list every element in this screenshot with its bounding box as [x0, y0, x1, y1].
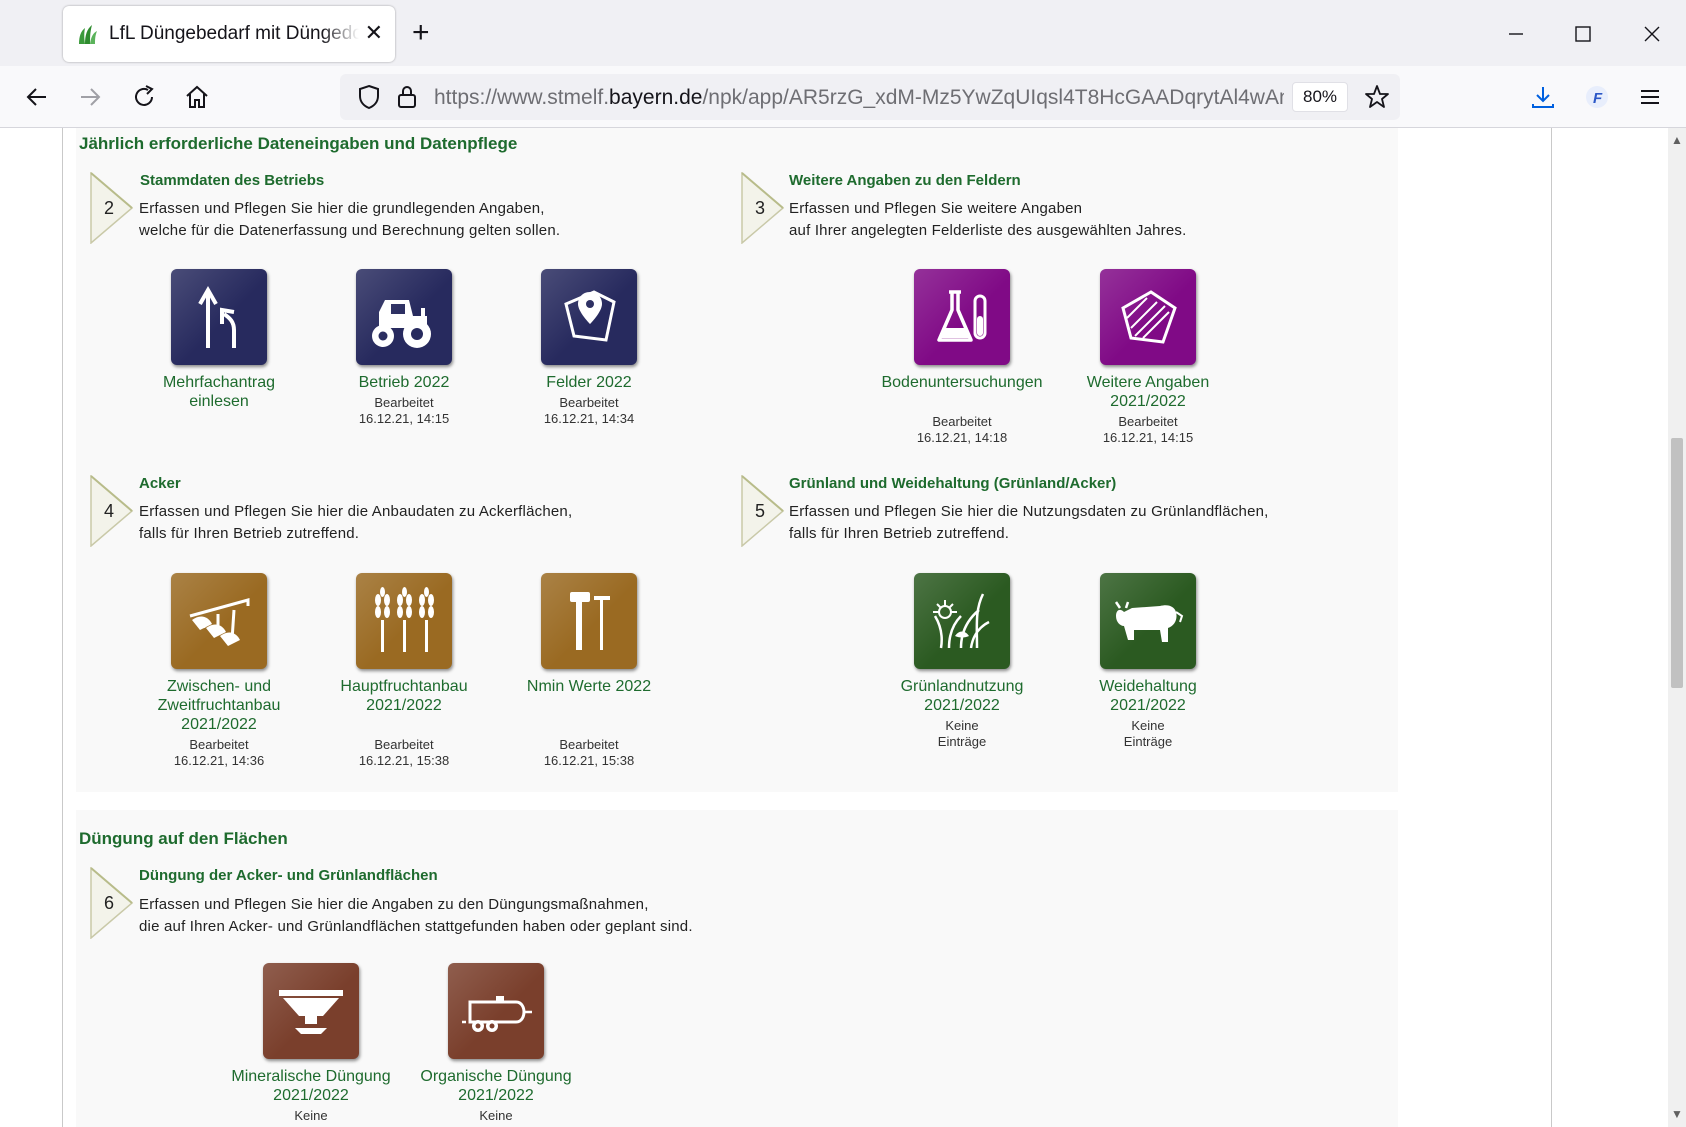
- fertilizer-spreader-icon: [279, 990, 343, 1034]
- lfl-leaf-icon: [79, 25, 97, 44]
- back-arrow-icon[interactable]: [18, 78, 56, 116]
- wheat-icon: [375, 587, 434, 652]
- lock-icon[interactable]: [388, 78, 426, 116]
- home-icon[interactable]: [178, 78, 216, 116]
- maximize-icon[interactable]: [1563, 14, 1603, 54]
- minimize-icon[interactable]: [1496, 14, 1536, 54]
- new-tab-icon[interactable]: +: [412, 16, 430, 50]
- download-icon[interactable]: [1524, 78, 1562, 116]
- tile-felder[interactable]: Felder 2022 Bearbeitet 16.12.21, 14:34: [497, 269, 681, 427]
- close-tab-icon[interactable]: ✕: [365, 20, 383, 46]
- step-desc-duengung: Erfassen und Pflegen Sie hier die Angabe…: [139, 896, 693, 935]
- tab-bar: LfL Düngebedarf mit Düngedokumentation ✕…: [0, 0, 1686, 66]
- scrollbar-thumb[interactable]: [1671, 438, 1683, 688]
- scroll-up-icon[interactable]: ▲: [1671, 134, 1683, 146]
- step-heading-master-data: Stammdaten des Betriebs: [140, 172, 325, 189]
- step-desc-gruenland: Erfassen und Pflegen Sie hier die Nutzun…: [789, 503, 1269, 542]
- step-heading-gruenland: Grünland und Weidehaltung (Grünland/Acke…: [789, 475, 1117, 492]
- shield-icon[interactable]: [350, 78, 388, 116]
- step-heading-field-details: Weitere Angaben zu den Feldern: [789, 172, 1021, 189]
- split-arrows-icon: [198, 285, 236, 348]
- step-desc-master-data: Erfassen und Pflegen Sie hier die grundl…: [139, 200, 561, 239]
- tile-betrieb[interactable]: Betrieb 2022 Bearbeitet 16.12.21, 14:15: [312, 269, 496, 427]
- forward-arrow-icon[interactable]: [71, 78, 109, 116]
- tile-nmin-werte[interactable]: Nmin Werte 2022 Bearbeitet 16.12.21, 15:3…: [497, 573, 681, 769]
- tile-hauptfruchtanbau[interactable]: Hauptfruchtanbau 2021/2022 Bearbeitet 16.1…: [312, 573, 496, 769]
- tile-gruenlandnutzung[interactable]: Grünlandnutzung 2021/2022 Keine Einträge: [870, 573, 1054, 750]
- browser-tab[interactable]: LfL Düngebedarf mit Düngedokumentation ✕: [63, 6, 395, 62]
- tab-title: LfL Düngebedarf mit Düngedokumentation: [109, 23, 359, 44]
- step-desc-acker: Erfassen und Pflegen Sie hier die Anbaud…: [139, 503, 573, 542]
- grassland-icon: [933, 593, 990, 649]
- cow-icon: [1114, 601, 1184, 642]
- step-marker-4: 4: [90, 475, 134, 547]
- step-marker-5: 5: [741, 475, 785, 547]
- zoom-level-badge[interactable]: 80%: [1292, 82, 1348, 112]
- lab-flask-icon: [937, 290, 987, 342]
- step-desc-field-details: Erfassen und Pflegen Sie weitere Angaben…: [789, 200, 1187, 239]
- step-marker-3: 3: [741, 172, 785, 244]
- address-bar[interactable]: https://www.stmelf.bayern.de/npk/app/AR5…: [340, 74, 1400, 120]
- tile-bodenuntersuchungen[interactable]: Bodenuntersuchungen Bearbeitet 16.12.21, …: [870, 269, 1054, 446]
- tile-weitere-angaben[interactable]: Weitere Angaben 2021/2022 Bearbeitet 16.12…: [1056, 269, 1240, 446]
- tile-zwischenfruchtanbau[interactable]: Zwischen- und Zweitfruchtanbau 2021/2022 B…: [127, 573, 311, 769]
- hatched-field-icon: [1121, 290, 1177, 344]
- plough-icon: [189, 598, 250, 646]
- close-window-icon[interactable]: [1632, 14, 1672, 54]
- soil-probe-icon: [570, 592, 610, 650]
- step-marker-6: 6: [90, 867, 134, 939]
- step-heading-acker: Acker: [139, 475, 181, 492]
- vertical-scrollbar[interactable]: ▲ ▼: [1668, 128, 1686, 1127]
- tile-weidehaltung[interactable]: Weidehaltung 2021/2022 Keine Einträge: [1056, 573, 1240, 750]
- svg-text:F: F: [1593, 90, 1603, 107]
- reload-icon[interactable]: [125, 78, 163, 116]
- scroll-down-icon[interactable]: ▼: [1671, 1108, 1683, 1120]
- section-title-annual-data: Jährlich erforderliche Dateneingaben und…: [79, 134, 518, 153]
- tile-organische-duengung[interactable]: Organische Düngung 2021/2022 Keine: [404, 963, 588, 1124]
- slurry-tanker-icon: [462, 996, 532, 1032]
- tile-mineralische-duengung[interactable]: Mineralische Düngung 2021/2022 Keine: [219, 963, 403, 1124]
- app-menu-icon[interactable]: [1631, 78, 1669, 116]
- tile-mehrfachantrag[interactable]: Mehrfachantrag einlesen: [127, 269, 311, 411]
- tractor-icon: [372, 300, 431, 348]
- navigation-toolbar: https://www.stmelf.bayern.de/npk/app/AR5…: [0, 66, 1686, 128]
- section-title-fertilization: Düngung auf den Flächen: [79, 829, 288, 848]
- extension-icon[interactable]: F: [1578, 78, 1616, 116]
- url-text[interactable]: https://www.stmelf.bayern.de/npk/app/AR5…: [434, 86, 1284, 110]
- bookmark-star-icon[interactable]: [1358, 78, 1396, 116]
- step-marker-2: 2: [90, 172, 134, 244]
- page-viewport: Jährlich erforderliche Dateneingaben und…: [0, 128, 1668, 1127]
- field-pin-icon: [564, 290, 616, 342]
- step-heading-duengung: Düngung der Acker- und Grünlandflächen: [139, 867, 438, 884]
